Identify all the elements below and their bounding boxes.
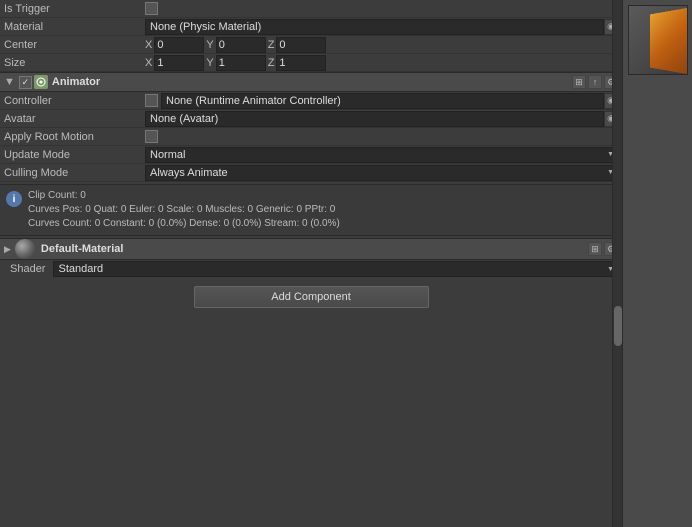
center-z-input[interactable]: 0	[276, 37, 326, 53]
size-label: Size	[4, 57, 25, 69]
curves-text: Curves Pos: 0 Quat: 0 Euler: 0 Scale: 0 …	[28, 203, 340, 217]
material-label: Material	[4, 21, 43, 33]
right-panel	[622, 0, 692, 527]
material-settings-btn1[interactable]: ⊞	[588, 242, 602, 256]
animator-title: Animator	[52, 76, 572, 88]
update-mode-dropdown[interactable]: Normal	[145, 147, 618, 163]
inspector-panel: Is Trigger Material None (Physic Materia…	[0, 0, 622, 527]
animator-enabled-checkbox[interactable]	[19, 76, 32, 89]
size-y-input[interactable]: 1	[216, 55, 266, 71]
update-mode-row: Update Mode Normal	[0, 146, 622, 164]
center-coords: X 0 Y 0 Z 0	[145, 37, 618, 53]
avatar-row: Avatar None (Avatar) ◉	[0, 110, 622, 128]
is-trigger-label: Is Trigger	[4, 3, 50, 15]
controller-value: None (Runtime Animator Controller)	[161, 93, 604, 109]
apply-root-motion-row: Apply Root Motion	[0, 128, 622, 146]
add-component-button[interactable]: Add Component	[194, 286, 429, 308]
scrollbar-thumb[interactable]	[614, 306, 622, 346]
material-value: None (Physic Material)	[145, 19, 604, 35]
avatar-field: None (Avatar) ◉	[145, 111, 618, 127]
culling-mode-label: Culling Mode	[4, 167, 68, 179]
material-sphere-preview	[15, 239, 35, 259]
size-coords: X 1 Y 1 Z 1	[145, 55, 618, 71]
avatar-label: Avatar	[4, 113, 36, 125]
size-z-input[interactable]: 1	[276, 55, 326, 71]
update-mode-label: Update Mode	[4, 149, 70, 161]
animator-header: ▼ Animator ⊞ ↑ ⚙	[0, 72, 622, 92]
size-x-input[interactable]: 1	[154, 55, 204, 71]
apply-root-motion-checkbox[interactable]	[145, 130, 158, 143]
animator-info-text: Clip Count: 0 Curves Pos: 0 Quat: 0 Eule…	[28, 189, 340, 231]
add-component-container: Add Component	[0, 278, 622, 316]
shader-label: Shader	[10, 263, 45, 275]
info-icon: i	[6, 191, 22, 207]
center-x-input[interactable]: 0	[154, 37, 204, 53]
controller-field: None (Runtime Animator Controller) ◉	[145, 93, 618, 109]
animator-settings-btn2[interactable]: ↑	[588, 75, 602, 89]
scrollbar-track	[612, 0, 622, 527]
animator-icon	[34, 75, 48, 89]
center-row: Center X 0 Y 0 Z 0	[0, 36, 622, 54]
material-field: None (Physic Material) ◉	[145, 19, 618, 35]
animator-svg-icon	[36, 77, 46, 87]
controller-row: Controller None (Runtime Animator Contro…	[0, 92, 622, 110]
shader-dropdown[interactable]: Standard	[53, 261, 618, 277]
center-y-label: Y	[206, 39, 213, 51]
center-x-label: X	[145, 39, 152, 51]
is-trigger-row: Is Trigger	[0, 0, 622, 18]
animator-arrow[interactable]: ▼	[4, 76, 15, 88]
material-row: Material None (Physic Material) ◉	[0, 18, 622, 36]
avatar-value: None (Avatar)	[145, 111, 604, 127]
material-title: Default-Material	[41, 243, 588, 255]
apply-root-motion-label: Apply Root Motion	[4, 131, 94, 143]
animator-settings-btn1[interactable]: ⊞	[572, 75, 586, 89]
curves2-text: Curves Count: 0 Constant: 0 (0.0%) Dense…	[28, 217, 340, 231]
center-y-input[interactable]: 0	[216, 37, 266, 53]
controller-checkbox[interactable]	[145, 94, 158, 107]
default-material-header: ▶ Default-Material ⊞ ⚙	[0, 238, 622, 260]
center-label: Center	[4, 39, 37, 51]
main-container: Is Trigger Material None (Physic Materia…	[0, 0, 692, 527]
size-x-label: X	[145, 57, 152, 69]
controller-label: Controller	[4, 95, 52, 107]
size-y-label: Y	[206, 57, 213, 69]
material-collapse-arrow[interactable]: ▶	[4, 244, 11, 255]
clip-count-text: Clip Count: 0	[28, 189, 340, 203]
is-trigger-checkbox[interactable]	[145, 2, 158, 15]
size-row: Size X 1 Y 1 Z 1	[0, 54, 622, 72]
animator-info-box: i Clip Count: 0 Curves Pos: 0 Quat: 0 Eu…	[0, 184, 622, 236]
shader-row: Shader Standard	[0, 260, 622, 278]
animator-icons	[19, 75, 48, 89]
inspector-content: Is Trigger Material None (Physic Materia…	[0, 0, 622, 316]
center-z-label: Z	[268, 39, 275, 51]
culling-mode-dropdown[interactable]: Always Animate	[145, 165, 618, 181]
culling-mode-row: Culling Mode Always Animate	[0, 164, 622, 182]
size-z-label: Z	[268, 57, 275, 69]
object-3d-preview	[628, 5, 688, 75]
